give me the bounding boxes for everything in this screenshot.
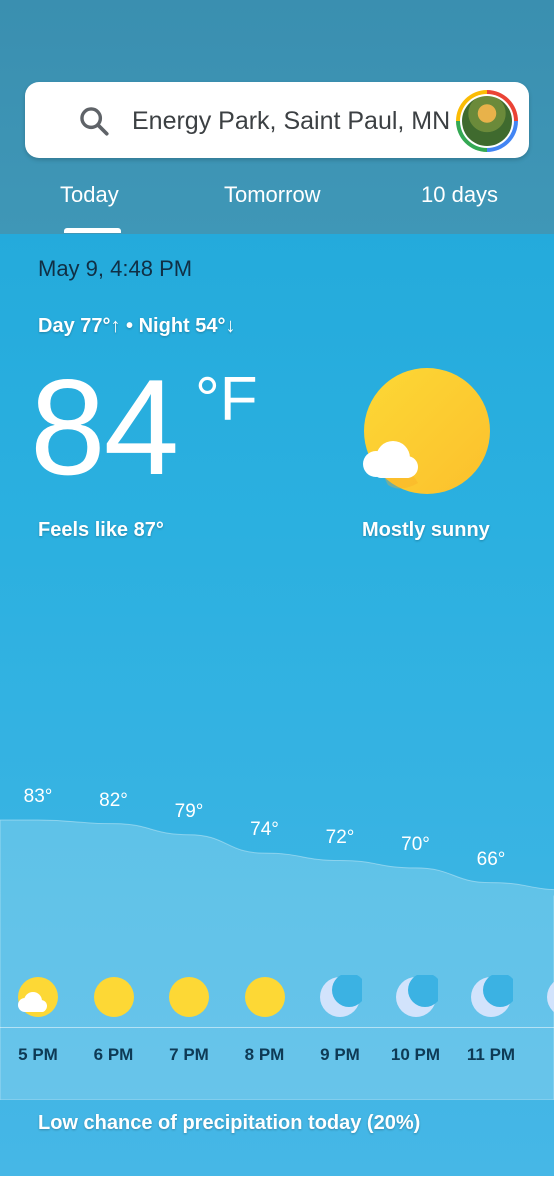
day-night-range: Day 77°↑ • Night 54°↓ [38, 315, 236, 337]
hour-temp: 74° [250, 819, 279, 841]
hour-temp: 66° [476, 848, 506, 870]
search-location-text[interactable]: Energy Park, Saint Paul, MN [132, 104, 450, 138]
sun-with-cloud-icon [363, 368, 490, 494]
sun-icon [244, 977, 285, 1017]
temperature-unit[interactable]: °F [195, 365, 258, 435]
moon-icon [471, 975, 513, 1017]
tab-bar: Today Tomorrow 10 days [0, 170, 554, 234]
hour-label: 6 PM [93, 1045, 134, 1064]
hour-label: 11 PM [466, 1045, 516, 1064]
tab-today[interactable]: Today [60, 180, 119, 210]
moon-icon [546, 981, 554, 1013]
hour-label: 5 PM [18, 1045, 58, 1064]
condition-text: Mostly sunny [362, 519, 490, 541]
feels-like: Feels like 87° [38, 519, 164, 541]
selected-tab-indicator [64, 228, 121, 233]
hour-temp: 72° [325, 826, 355, 848]
header: Energy Park, Saint Paul, MN Today Tomorr… [0, 0, 554, 234]
moon-icon [395, 975, 438, 1017]
hour-label: 10 PM [390, 1045, 441, 1064]
hour-temp: 83° [23, 786, 53, 807]
sun-icon [93, 977, 134, 1017]
hour-label: 9 PM [320, 1045, 360, 1064]
precipitation-summary: Low chance of precipitation today (20%) [38, 1112, 421, 1134]
current-datetime: May 9, 4:48 PM [38, 256, 193, 281]
hour-temp: 70° [401, 833, 430, 855]
current-temperature: 84 [30, 351, 179, 503]
moon-icon [320, 975, 362, 1017]
search-icon[interactable] [77, 104, 111, 138]
sun-icon [169, 977, 209, 1017]
hour-label: 7 PM [169, 1045, 209, 1064]
tab-10-days[interactable]: 10 days [421, 180, 498, 210]
avatar[interactable] [456, 90, 518, 152]
tab-tomorrow[interactable]: Tomorrow [224, 180, 321, 210]
avatar-photo [462, 96, 512, 146]
hourly-divider [0, 1027, 554, 1028]
partly-sunny-icon [18, 977, 58, 1017]
weather-app: Energy Park, Saint Paul, MN Today Tomorr… [0, 0, 554, 1176]
hour-temp: 79° [174, 800, 204, 822]
search-bar[interactable]: Energy Park, Saint Paul, MN [25, 82, 529, 158]
hour-label: 8 PM [244, 1045, 285, 1064]
hour-temp: 82° [99, 789, 128, 811]
